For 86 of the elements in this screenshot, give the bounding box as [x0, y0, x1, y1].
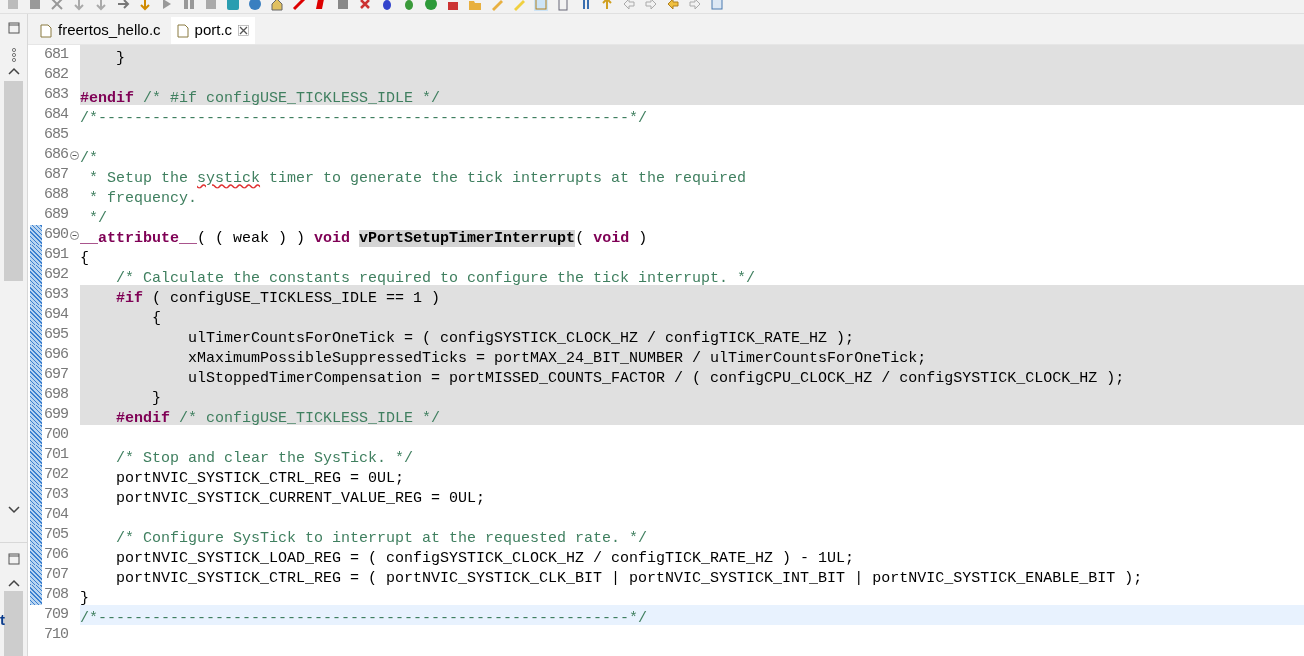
line-number: 684 [43, 105, 68, 125]
line-number: 701 [43, 445, 68, 465]
label-fragment: t [0, 612, 6, 628]
line-number: 692 [43, 265, 68, 285]
code-line: */ [88, 209, 107, 229]
arrow-icon[interactable] [666, 0, 680, 11]
cross-icon[interactable] [358, 0, 372, 11]
arrow-icon[interactable] [72, 0, 86, 11]
code-line: ulStoppedTimerCompensation = portMISSED_COUNTS_FACTOR / ( configCPU_CLOCK_HZ / configSYSTICK_CLOCK_HZ ); [187, 369, 1125, 389]
line-number: 685 [43, 125, 68, 145]
line-number: 681 [43, 45, 68, 65]
page-icon[interactable] [710, 0, 724, 11]
code-line: portNVIC_SYSTICK_LOAD_REG = ( configSYSTICK_CLOCK_HZ / configTICK_RATE_HZ ) - 1UL; [115, 549, 855, 569]
line-number: 710 [43, 625, 68, 645]
chevron-up-icon[interactable] [7, 579, 20, 587]
line-number: 686 [43, 145, 68, 165]
chevron-down-icon[interactable] [7, 506, 20, 514]
arrow-icon[interactable] [94, 0, 108, 11]
code-line: } [80, 589, 89, 609]
code-line: portNVIC_SYSTICK_CURRENT_VALUE_REG = 0UL; [115, 489, 486, 509]
line-number: 693 [43, 285, 68, 305]
cross-icon[interactable] [50, 0, 64, 11]
code-line: /* Calculate the constants required to configure the tick interrupt. */ [115, 269, 756, 289]
line-number: 682 [43, 65, 68, 85]
code-line: #endif /* configUSE_TICKLESS_IDLE */ [115, 409, 441, 429]
line-number: 703 [43, 485, 68, 505]
arrow-icon[interactable] [116, 0, 130, 11]
pause-icon[interactable] [182, 0, 196, 11]
scrollbar-thumb[interactable] [4, 81, 23, 281]
code-line: portNVIC_SYSTICK_CTRL_REG = 0UL; [115, 469, 405, 489]
code-line: { [151, 309, 161, 329]
line-number: 698 [43, 385, 68, 405]
code-line: /* Stop and clear the SysTick. */ [115, 449, 414, 469]
code-line: /* [80, 149, 98, 169]
line-icon[interactable] [292, 0, 306, 11]
line-number: 706 [43, 545, 68, 565]
code-line: } [151, 389, 161, 409]
line-number: 694 [43, 305, 68, 325]
restore-icon[interactable] [7, 553, 20, 565]
code-line: { [80, 249, 89, 269]
code-line: portNVIC_SYSTICK_CTRL_REG = ( portNVIC_SYSTICK_CLK_BIT | portNVIC_SYSTICK_INT_BIT | portNVIC_SYSTICK_ENABLE_BIT ); [115, 569, 1143, 589]
line-number: 707 [43, 565, 68, 585]
line-number: 704 [43, 505, 68, 525]
restore-icon[interactable] [7, 22, 20, 34]
line-number: 705 [43, 525, 68, 545]
code-line: } [115, 49, 125, 69]
line-number: 702 [43, 465, 68, 485]
line-number: 688 [43, 185, 68, 205]
line-number: 700 [43, 425, 68, 445]
arrow-icon[interactable] [622, 0, 636, 11]
line-number: 689 [43, 205, 68, 225]
editor-tab[interactable]: port.c [170, 17, 256, 44]
line-number: 695 [43, 325, 68, 345]
code-line: __attribute__( ( weak ) ) void vPortSetupTimerInterrupt( void ) [80, 229, 648, 249]
line-number: 709 [43, 605, 68, 625]
code-line: xMaximumPossibleSuppressedTicks = portMAX_24_BIT_NUMBER / ulTimerCountsForOneTick; [187, 349, 927, 369]
arrow-icon[interactable] [688, 0, 702, 11]
code-line: /* Configure SysTick to interrupt at the requested rate. */ [115, 529, 648, 549]
line-number: 690 [43, 225, 68, 245]
code-line: /*-----------------------------------------------------------*/ [80, 609, 648, 629]
house-icon[interactable] [270, 0, 284, 11]
arrow-icon[interactable] [644, 0, 658, 11]
dots-icon[interactable] [10, 48, 17, 62]
arrow-icon[interactable] [600, 0, 614, 11]
code-line: #if ( configUSE_TICKLESS_IDLE == 1 ) [115, 289, 441, 309]
line-number: 691 [43, 245, 68, 265]
code-line: /*-----------------------------------------------------------*/ [80, 109, 648, 129]
collapse-icon[interactable] [69, 150, 79, 160]
line-number: 683 [43, 85, 68, 105]
line-number: 708 [43, 585, 68, 605]
arrow-icon[interactable] [138, 0, 152, 11]
line-number: 687 [43, 165, 68, 185]
code-line: #endif /* #if configUSE_TICKLESS_IDLE */ [80, 89, 441, 109]
line-number: 699 [43, 405, 68, 425]
folder-icon[interactable] [468, 0, 482, 11]
code-line: * Setup the systick timer to generate the tick interrupts at the required [88, 169, 747, 189]
scrollbar-thumb[interactable] [4, 591, 23, 656]
code-line: ulTimerCountsForOneTick = ( configSYSTICK_CLOCK_HZ / configTICK_RATE_HZ ); [187, 329, 855, 349]
chevron-up-icon[interactable] [7, 67, 20, 75]
line-number: 697 [43, 365, 68, 385]
code-line: * frequency. [88, 189, 198, 209]
page-icon[interactable] [556, 0, 570, 11]
square-icon[interactable] [446, 0, 460, 11]
line-number: 696 [43, 345, 68, 365]
close-icon[interactable] [238, 25, 250, 36]
collapse-icon[interactable] [69, 230, 79, 240]
